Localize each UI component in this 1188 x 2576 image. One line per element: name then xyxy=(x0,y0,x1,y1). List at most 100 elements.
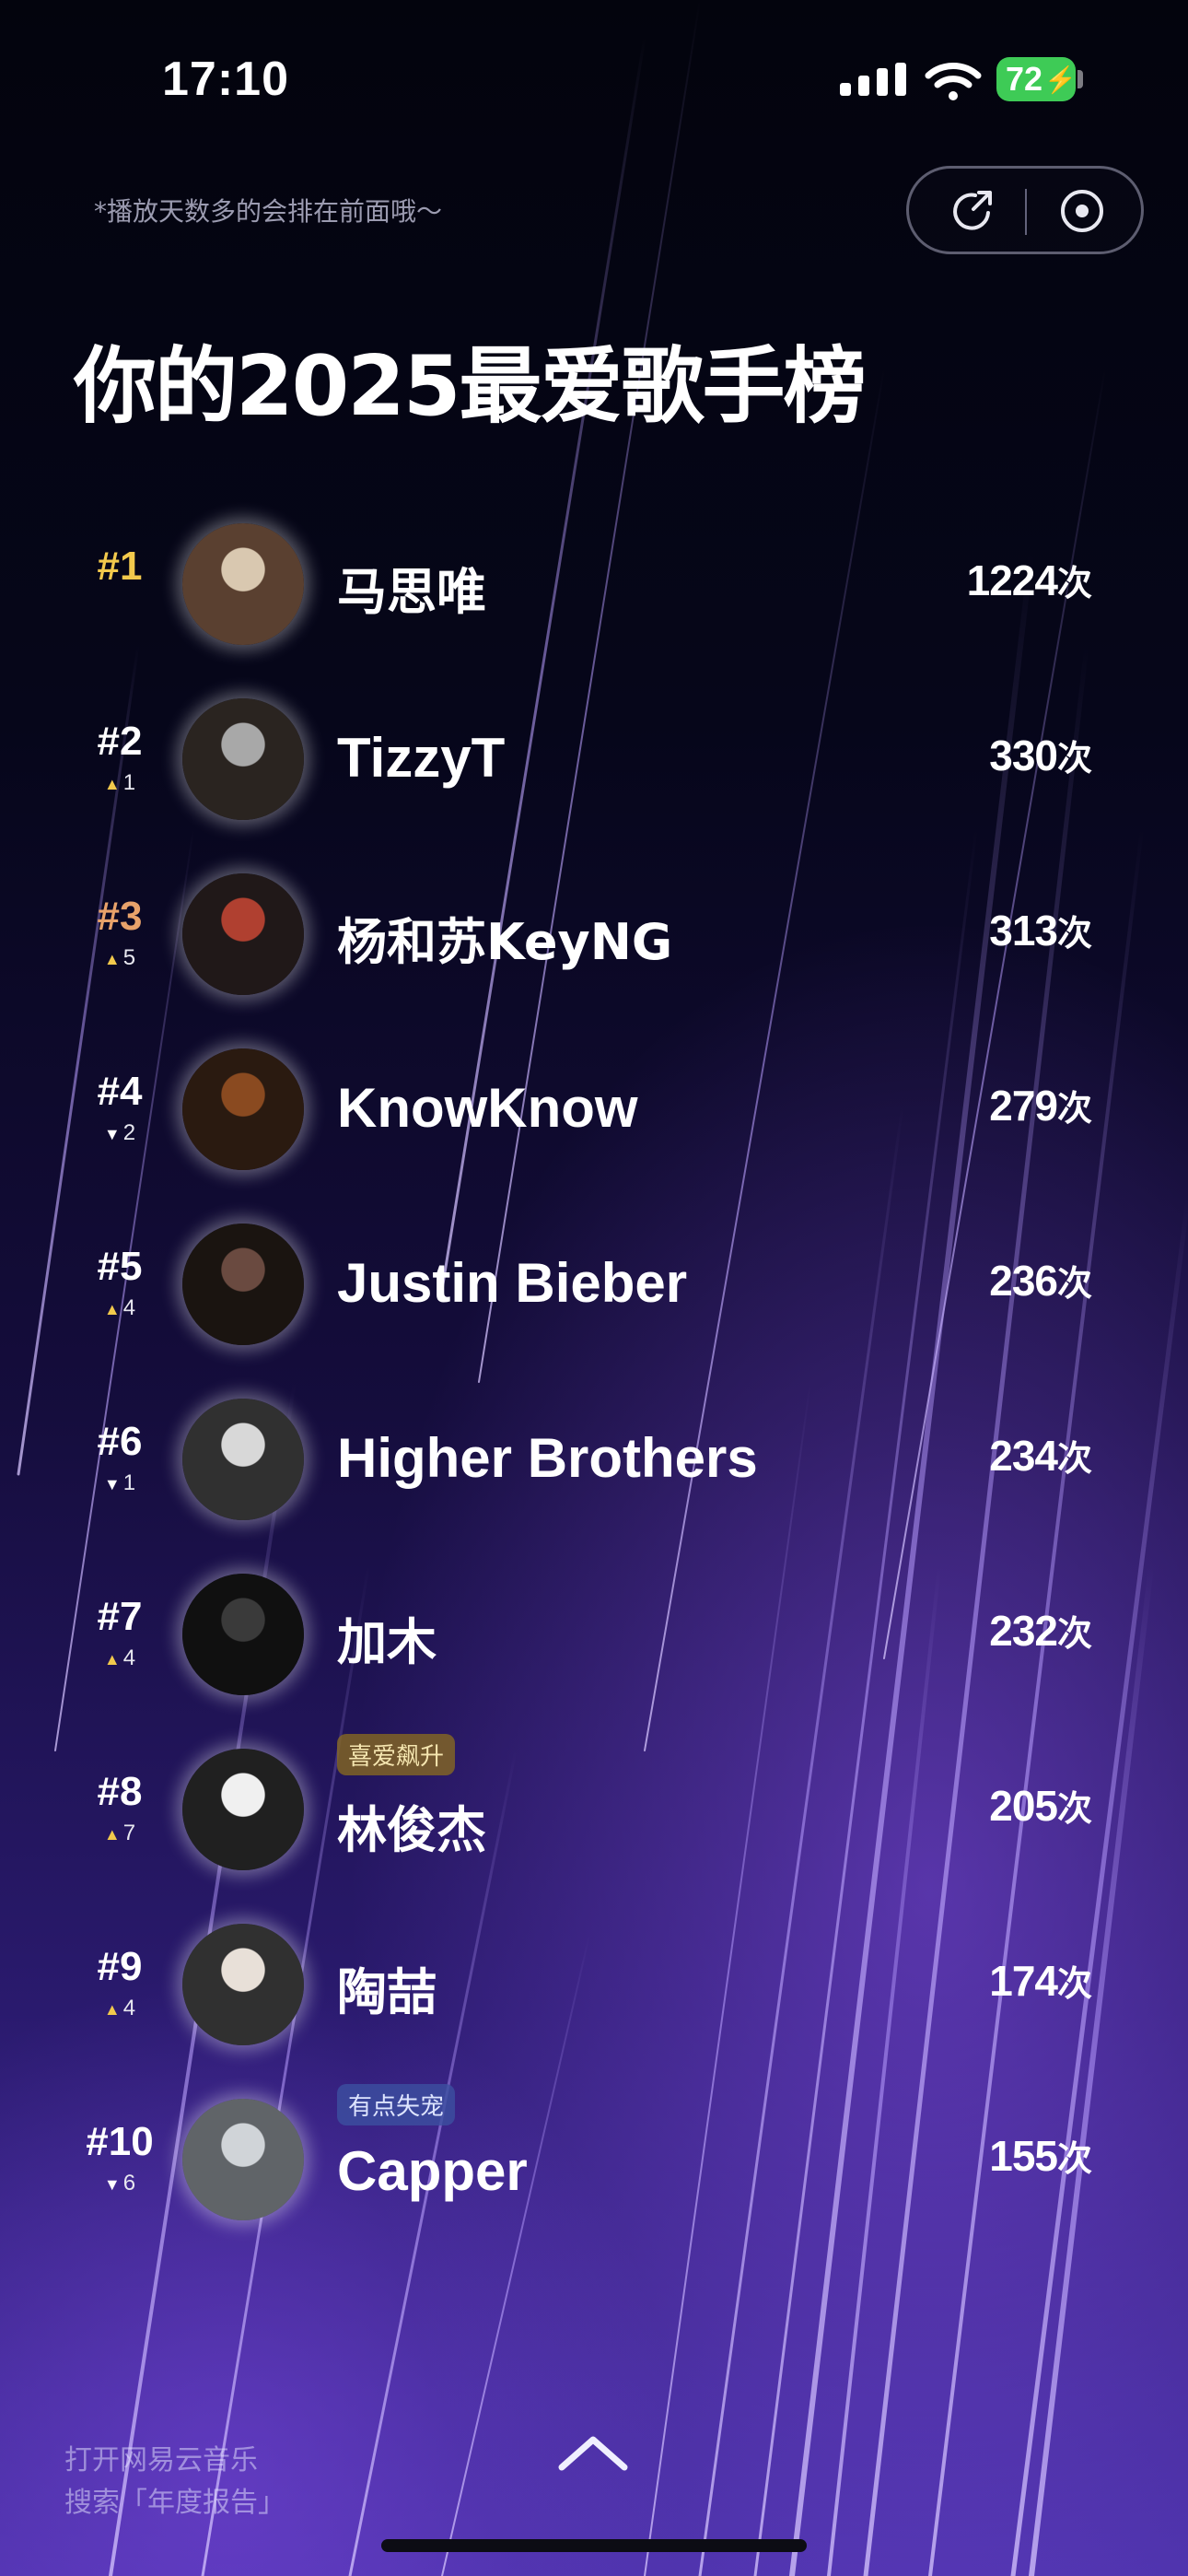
play-count: 236次 xyxy=(989,1255,1092,1306)
artist-name: 马思唯 xyxy=(337,563,486,621)
artist-name: Higher Brothers xyxy=(337,1427,758,1489)
artist-name: 杨和苏KeyNG xyxy=(337,913,673,971)
page-title: 你的2025最爱歌手榜 xyxy=(74,338,866,435)
artist-avatar[interactable] xyxy=(182,873,304,995)
trend-value: 6 xyxy=(122,2171,136,2195)
rank-number: #10 xyxy=(86,2119,154,2164)
play-count-unit: 次 xyxy=(1056,738,1092,779)
battery-cap xyxy=(1077,70,1083,88)
charging-bolt-icon: ⚡ xyxy=(1044,64,1077,94)
play-count: 155次 xyxy=(989,2130,1092,2181)
rank-trend: ▲ 1 xyxy=(64,770,175,796)
artist-name: 加木 xyxy=(337,1613,437,1671)
home-indicator[interactable] xyxy=(381,2539,807,2552)
artist-avatar[interactable] xyxy=(182,2099,304,2220)
trend-value: 5 xyxy=(122,945,136,970)
artist-name: KnowKnow xyxy=(337,1077,638,1139)
trend-value: 4 xyxy=(122,1645,136,1670)
rank-trend: ▲ 4 xyxy=(64,1645,175,1671)
trend-up-icon: ▲ xyxy=(103,775,121,793)
artist-row[interactable]: #6 ▼ 1 Higher Brothers 234次 xyxy=(0,1399,1188,1546)
wifi-icon xyxy=(925,63,982,100)
artist-name: TizzyT xyxy=(337,727,506,789)
trend-down-icon: ▼ xyxy=(103,1125,121,1143)
play-count: 232次 xyxy=(989,1605,1092,1656)
rank-trend: ▼ 1 xyxy=(64,1470,175,1496)
trend-value: 1 xyxy=(122,770,136,795)
rank-number: #5 xyxy=(97,1244,143,1289)
play-count-value: 232 xyxy=(989,1607,1058,1655)
rank-number: #1 xyxy=(97,544,143,589)
play-count: 279次 xyxy=(989,1080,1092,1130)
play-count: 313次 xyxy=(989,905,1092,955)
artist-row[interactable]: #9 ▲ 4 陶喆 174次 xyxy=(0,1924,1188,2071)
play-count: 1224次 xyxy=(966,555,1092,605)
artist-avatar[interactable] xyxy=(182,698,304,820)
artist-row[interactable]: #1 马思唯 1224次 xyxy=(0,523,1188,671)
artist-avatar[interactable] xyxy=(182,1924,304,2045)
rank-number: #8 xyxy=(97,1769,143,1814)
artist-avatar[interactable] xyxy=(182,1048,304,1170)
play-count-value: 313 xyxy=(989,907,1058,954)
trend-value: 4 xyxy=(122,1996,136,2020)
sort-hint: *播放天数多的会排在前面哦～ xyxy=(94,196,443,227)
play-count: 205次 xyxy=(989,1780,1092,1831)
artist-avatar[interactable] xyxy=(182,1749,304,1870)
trend-value: 4 xyxy=(122,1295,136,1320)
trend-value: 1 xyxy=(122,1470,136,1495)
trend-down-icon: ▼ xyxy=(103,2175,121,2194)
trend-value: 7 xyxy=(122,1821,136,1845)
artist-row[interactable]: #8 ▲ 7 喜爱飙升林俊杰 205次 xyxy=(0,1734,1188,1896)
action-pill xyxy=(906,166,1144,254)
artist-row[interactable]: #4 ▼ 2 KnowKnow 279次 xyxy=(0,1048,1188,1196)
record-icon[interactable] xyxy=(1058,187,1106,235)
play-count-unit: 次 xyxy=(1056,1438,1092,1479)
rank-number: #2 xyxy=(97,719,143,764)
artist-row[interactable]: #2 ▲ 1 TizzyT 330次 xyxy=(0,698,1188,846)
share-icon[interactable] xyxy=(948,187,996,235)
artist-avatar[interactable] xyxy=(182,1574,304,1695)
artist-name: Capper xyxy=(337,2140,528,2202)
footer-line-2: 搜索「年度报告」 xyxy=(64,2487,285,2519)
play-count-unit: 次 xyxy=(1056,1788,1092,1829)
battery-icon: 72 ⚡ xyxy=(996,57,1077,101)
artist-avatar[interactable] xyxy=(182,1399,304,1520)
play-count-unit: 次 xyxy=(1056,563,1092,603)
artist-avatar[interactable] xyxy=(182,1224,304,1345)
play-count-value: 205 xyxy=(989,1782,1058,1830)
rank-trend: ▼ 2 xyxy=(64,1120,175,1146)
rank-number: #9 xyxy=(97,1944,143,1989)
rank-number: #3 xyxy=(97,894,143,939)
play-count: 234次 xyxy=(989,1430,1092,1481)
rank-trend: ▲ 4 xyxy=(64,1996,175,2021)
artist-row[interactable]: #10 ▼ 6 有点失宠 Capper 155次 xyxy=(0,2084,1188,2246)
trend-up-icon: ▲ xyxy=(103,1300,121,1318)
play-count-value: 174 xyxy=(989,1957,1058,2005)
battery-level: 72 xyxy=(1006,60,1043,98)
play-count-value: 1224 xyxy=(966,556,1058,604)
rank-trend: ▲ 7 xyxy=(64,1821,175,1846)
trend-up-icon: ▲ xyxy=(103,950,121,968)
chevron-up-icon[interactable] xyxy=(556,2432,630,2473)
play-count-value: 236 xyxy=(989,1257,1058,1305)
artist-name: 林俊杰 xyxy=(337,1801,486,1859)
footer-line-1: 打开网易云音乐 xyxy=(64,2444,258,2476)
play-count-value: 155 xyxy=(989,2132,1058,2180)
play-count-unit: 次 xyxy=(1056,1088,1092,1129)
artist-tag-badge: 喜爱飙升 xyxy=(337,1734,456,1775)
artist-row[interactable]: #7 ▲ 4 加木 232次 xyxy=(0,1574,1188,1721)
rank-trend: ▲ 5 xyxy=(64,945,175,971)
artist-row[interactable]: #3 ▲ 5 杨和苏KeyNG 313次 xyxy=(0,873,1188,1021)
play-count-value: 234 xyxy=(989,1432,1058,1480)
play-count-value: 330 xyxy=(989,732,1058,779)
artist-avatar[interactable] xyxy=(182,523,304,645)
trend-down-icon: ▼ xyxy=(103,1475,121,1493)
play-count-unit: 次 xyxy=(1056,1613,1092,1654)
trend-value: 2 xyxy=(122,1120,136,1145)
artist-row[interactable]: #5 ▲ 4 Justin Bieber 236次 xyxy=(0,1224,1188,1371)
play-count-value: 279 xyxy=(989,1082,1058,1130)
play-count: 330次 xyxy=(989,730,1092,780)
play-count: 174次 xyxy=(989,1955,1092,2006)
trend-up-icon: ▲ xyxy=(103,1650,121,1669)
footer-prompt: 打开网易云音乐 搜索「年度报告」 xyxy=(64,2440,285,2524)
